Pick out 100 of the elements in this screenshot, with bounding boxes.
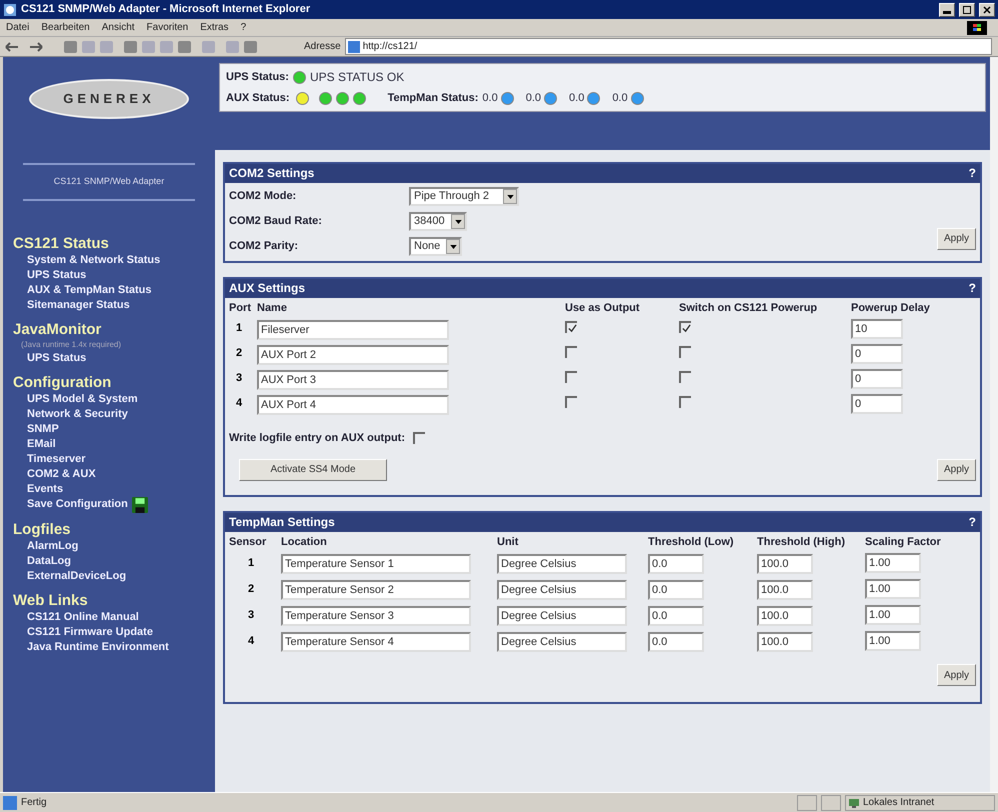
input-field[interactable]: 1.00 [865, 631, 921, 651]
input-field[interactable]: 0.0 [648, 606, 704, 626]
checkbox[interactable] [679, 346, 691, 358]
page-icon [3, 796, 17, 810]
input-field[interactable]: 100.0 [757, 554, 813, 574]
address-field[interactable]: http://cs121/ [344, 38, 992, 55]
logo: GENEREX [29, 79, 189, 119]
caret-icon [446, 239, 460, 254]
menu-item[interactable]: Ansicht [102, 20, 135, 35]
field-label: Write logfile entry on AUX output: [229, 431, 405, 446]
sensor-number: 4 [246, 634, 256, 649]
sidebar-heading: Web Links [13, 592, 89, 610]
sensor-number: 2 [246, 582, 256, 597]
input-field[interactable]: 100.0 [757, 606, 813, 626]
input-field[interactable]: 0.0 [648, 554, 704, 574]
windows-logo-icon [966, 20, 988, 34]
sidebar-link[interactable]: System & Network Status [27, 252, 160, 268]
temperature-value: 0.0 [526, 91, 542, 106]
menu-item[interactable]: Extras [200, 20, 229, 35]
input-field[interactable]: Temperature Sensor 3 [281, 606, 471, 626]
checkbox[interactable] [565, 396, 577, 408]
sidebar-link[interactable]: Java Runtime Environment [27, 640, 169, 654]
sidebar-link[interactable]: EMail [27, 436, 56, 452]
caret-icon [503, 189, 517, 204]
panel-title: COM2 Settings [229, 165, 314, 182]
page-icon [348, 40, 360, 52]
dropdown[interactable]: 38400 [409, 212, 467, 231]
sidebar-link[interactable]: SNMP [27, 422, 59, 436]
sidebar-link[interactable]: COM2 & AUX [27, 466, 96, 482]
checkbox[interactable] [413, 432, 425, 444]
status-text: UPS STATUS OK [310, 69, 404, 86]
help-link[interactable]: ? [968, 164, 976, 182]
input-field[interactable]: Temperature Sensor 4 [281, 632, 471, 652]
port-number: 3 [234, 371, 244, 386]
status-label: AUX Status: [226, 91, 290, 106]
checkbox[interactable] [565, 321, 577, 333]
sidebar-link[interactable]: Save Configuration [27, 497, 128, 512]
input-field[interactable]: 1.00 [865, 553, 921, 573]
input-field[interactable]: Degree Celsius [497, 632, 627, 652]
sidebar-link[interactable]: Sitemanager Status [27, 298, 130, 312]
sidebar-link[interactable]: Events [27, 482, 64, 496]
sidebar-link[interactable]: Network & Security [27, 406, 128, 422]
checkbox[interactable] [679, 370, 691, 382]
menu-item[interactable]: Datei [6, 20, 30, 35]
input-field[interactable]: 10 [851, 318, 903, 338]
input-field[interactable]: 0 [851, 394, 903, 414]
maximize-button[interactable] [959, 2, 975, 16]
input-field[interactable]: 0.0 [648, 632, 704, 652]
column-header: Port [229, 300, 252, 316]
menu-item[interactable]: Favoriten [146, 20, 188, 35]
input-field[interactable]: Degree Celsius [497, 554, 627, 574]
checkbox[interactable] [565, 370, 577, 382]
port-number: 2 [234, 346, 244, 362]
network-icon [848, 796, 860, 808]
sidebar-link[interactable]: ExternalDeviceLog [27, 568, 126, 584]
input-field[interactable]: Temperature Sensor 2 [281, 580, 471, 600]
input-field[interactable]: Degree Celsius [497, 606, 627, 626]
sidebar-link[interactable]: AUX & TempMan Status [27, 282, 152, 298]
apply-button[interactable]: Apply [936, 458, 976, 480]
sidebar-link[interactable]: DataLog [27, 554, 71, 568]
status-pane [821, 794, 841, 810]
sidebar-link[interactable]: Timeserver [27, 452, 86, 466]
column-header: Switch on CS121 Powerup [679, 300, 818, 316]
input-field[interactable]: 0 [851, 368, 903, 388]
input-field[interactable]: Degree Celsius [497, 580, 627, 600]
checkbox[interactable] [679, 321, 691, 333]
minimize-button[interactable] [939, 2, 955, 16]
help-link[interactable]: ? [968, 513, 976, 531]
input-field[interactable]: 0.0 [648, 580, 704, 600]
sidebar-link[interactable]: UPS Model & System [27, 392, 138, 406]
checkbox[interactable] [565, 346, 577, 358]
sidebar-link[interactable]: UPS Status [27, 350, 86, 366]
input-field[interactable]: 100.0 [757, 580, 813, 600]
menu-item[interactable]: Bearbeiten [41, 20, 90, 35]
apply-button[interactable]: Apply [936, 664, 976, 686]
sidebar-heading: Logfiles [13, 520, 72, 538]
help-link[interactable]: ? [968, 279, 976, 297]
sidebar-link[interactable]: UPS Status [27, 268, 86, 282]
field-label: COM2 Parity: [229, 239, 300, 254]
input-field[interactable]: 1.00 [865, 605, 921, 625]
sensor-number: 1 [246, 556, 256, 571]
sidebar-link[interactable]: CS121 Online Manual [27, 610, 139, 624]
sidebar-link[interactable]: CS121 Firmware Update [27, 624, 153, 640]
input-field[interactable]: AUX Port 2 [257, 344, 449, 364]
sidebar-link[interactable]: AlarmLog [27, 538, 78, 554]
input-field[interactable]: Fileserver [257, 320, 449, 340]
dropdown[interactable]: None [409, 237, 462, 256]
close-button[interactable] [979, 2, 995, 16]
dropdown[interactable]: Pipe Through 2 [409, 187, 519, 206]
activate-button[interactable]: Activate SS4 Mode [239, 458, 387, 480]
input-field[interactable]: AUX Port 4 [257, 394, 449, 414]
menu-item[interactable]: ? [240, 20, 246, 35]
input-field[interactable]: 0 [851, 344, 903, 364]
apply-button[interactable]: Apply [936, 228, 976, 250]
column-header: Threshold (Low) [648, 534, 735, 550]
checkbox[interactable] [679, 396, 691, 408]
input-field[interactable]: Temperature Sensor 1 [281, 554, 471, 574]
input-field[interactable]: 1.00 [865, 579, 921, 599]
input-field[interactable]: 100.0 [757, 632, 813, 652]
input-field[interactable]: AUX Port 3 [257, 370, 449, 390]
